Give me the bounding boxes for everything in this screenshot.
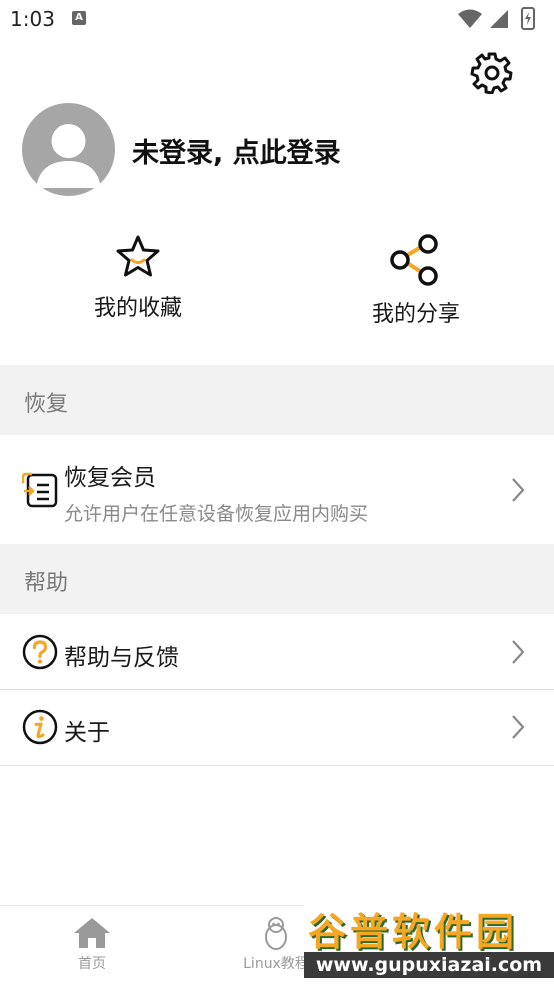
nav-home[interactable]: 首页 (0, 906, 184, 984)
section-title: 恢复 (24, 392, 69, 417)
watermark-url: www.gupuxiazai.com (304, 952, 554, 978)
login-prompt: 未登录, 点此登录 (132, 138, 341, 169)
restore-icon (22, 472, 58, 508)
notification-icon: A (72, 11, 86, 25)
info-icon (22, 709, 58, 745)
signal-icon (490, 10, 508, 28)
avatar (22, 103, 115, 196)
status-icons (458, 7, 535, 30)
user-avatar-icon (36, 124, 101, 188)
restore-membership-subtitle: 允许用户在任意设备恢复应用内购买 (64, 503, 369, 525)
linux-penguin-icon (265, 917, 287, 950)
chevron-right-icon (512, 715, 525, 739)
question-icon (22, 634, 58, 670)
help-feedback-title: 帮助与反馈 (64, 645, 179, 671)
section-header-help: 帮助 (0, 544, 554, 614)
restore-membership-title: 恢复会员 (64, 465, 156, 491)
help-feedback-item[interactable]: 帮助与反馈 (0, 614, 554, 689)
divider (0, 765, 554, 766)
status-bar: 1:03 A (0, 0, 554, 40)
my-favorites-button[interactable]: 我的收藏 (48, 232, 228, 342)
watermark-title: 谷普软件园 (308, 910, 519, 954)
share-icon (390, 234, 438, 286)
watermark: 谷普软件园 www.gupuxiazai.com (304, 895, 554, 981)
my-shares-button[interactable]: 我的分享 (326, 232, 506, 342)
status-time: 1:03 (10, 7, 55, 31)
chevron-right-icon (512, 478, 525, 502)
home-icon (74, 918, 110, 948)
section-header-restore: 恢复 (0, 365, 554, 435)
star-icon (116, 235, 160, 277)
restore-membership-item[interactable]: 恢复会员 允许用户在任意设备恢复应用内购买 (0, 435, 554, 544)
nav-home-label: 首页 (78, 956, 106, 972)
login-profile[interactable]: 未登录, 点此登录 (22, 103, 542, 197)
about-item[interactable]: 关于 (0, 690, 554, 765)
wifi-icon (458, 9, 482, 28)
about-title: 关于 (64, 720, 110, 746)
my-favorites-label: 我的收藏 (93, 296, 182, 321)
chevron-right-icon (512, 640, 525, 664)
section-title: 帮助 (24, 571, 69, 596)
my-shares-label: 我的分享 (371, 302, 460, 327)
settings-gear-icon[interactable] (470, 50, 514, 94)
